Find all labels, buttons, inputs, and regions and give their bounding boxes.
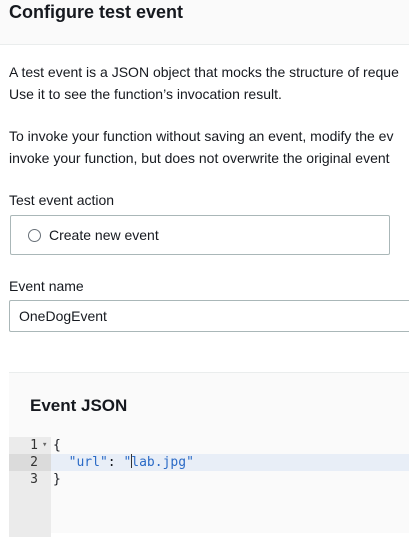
code-line[interactable]: 3 }: [9, 471, 409, 488]
create-new-event-option[interactable]: Create new event: [10, 215, 390, 255]
page-header: Configure test event: [0, 0, 409, 45]
line-number: 2: [9, 454, 51, 471]
event-name-input[interactable]: [9, 300, 409, 332]
test-event-action-label: Test event action: [9, 192, 115, 208]
code-line-active[interactable]: 2 "url": "lab.jpg": [9, 454, 409, 471]
json-separator: :: [107, 455, 124, 470]
line-number: 3: [30, 472, 38, 487]
json-key: "url": [68, 455, 108, 470]
description-line-3: To invoke your function without saving a…: [9, 128, 394, 144]
json-code-editor[interactable]: 1 ▾ { 2 "url": "lab.jpg" 3 }: [9, 437, 409, 537]
create-new-event-label: Create new event: [49, 227, 159, 243]
code-text: {: [53, 438, 61, 453]
fold-toggle-icon[interactable]: ▾: [42, 437, 47, 454]
description-line-1: A test event is a JSON object that mocks…: [9, 64, 399, 80]
radio-button[interactable]: [28, 229, 41, 242]
json-string-rest: lab.jpg": [131, 455, 194, 470]
description-line-2: Use it to see the function’s invocation …: [9, 86, 282, 102]
event-name-label: Event name: [9, 278, 84, 294]
event-json-title: Event JSON: [30, 396, 128, 415]
event-json-panel: Event JSON 1 ▾ { 2 "url": "lab.jpg" 3 }: [9, 372, 409, 537]
page-title: Configure test event: [9, 2, 184, 22]
code-text: "url": "lab.jpg": [53, 454, 194, 471]
code-text: }: [53, 472, 61, 487]
description-line-4: invoke your function, but does not overw…: [9, 150, 390, 166]
code-line[interactable]: 1 ▾ {: [9, 437, 409, 454]
